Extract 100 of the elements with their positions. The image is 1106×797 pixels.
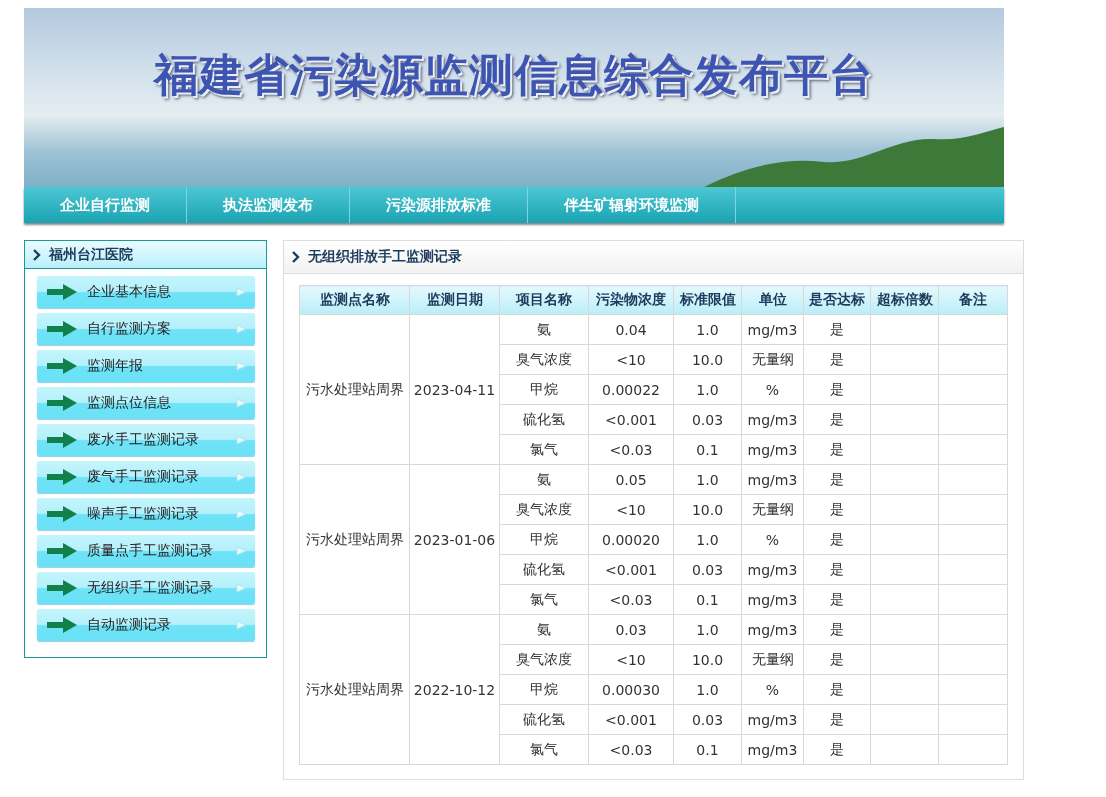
table-cell: 是 <box>803 404 871 435</box>
table-cell: 0.1 <box>673 584 742 615</box>
sidebar-menu-item[interactable]: 无组织手工监测记录 <box>37 572 255 604</box>
table-cell: 是 <box>803 524 871 555</box>
table-cell: 10.0 <box>673 644 742 675</box>
table-cell: 氨 <box>499 614 589 645</box>
triangle-right-icon <box>236 361 247 371</box>
sidebar-menu-item[interactable]: 噪声手工监测记录 <box>37 498 255 530</box>
table-cell: mg/m3 <box>741 614 804 645</box>
table-cell: 硫化氢 <box>499 404 589 435</box>
table-cell: 污水处理站周界 <box>299 314 410 465</box>
triangle-right-icon <box>236 583 247 593</box>
table-cell: % <box>741 524 804 555</box>
table-cell: 0.00030 <box>588 674 674 705</box>
site-title: 福建省污染源监测信息综合发布平台 <box>154 48 874 102</box>
table-cell: mg/m3 <box>741 554 804 585</box>
table-cell: 甲烷 <box>499 674 589 705</box>
table-cell: 0.03 <box>588 614 674 645</box>
table-cell: 是 <box>803 314 871 345</box>
triangle-right-icon <box>236 398 247 408</box>
table-cell: 是 <box>803 674 871 705</box>
triangle-right-icon <box>236 324 247 334</box>
table-cell: <0.001 <box>588 404 674 435</box>
triangle-right-icon <box>236 620 247 630</box>
sidebar-menu-item[interactable]: 监测点位信息 <box>37 387 255 419</box>
table-cell: 臭气浓度 <box>499 344 589 375</box>
column-header: 单位 <box>741 285 804 315</box>
sidebar-menu-item[interactable]: 废气手工监测记录 <box>37 461 255 493</box>
column-header: 监测日期 <box>409 285 500 315</box>
table-cell: 污水处理站周界 <box>299 614 410 765</box>
table-cell: 2022-10-12 <box>409 614 500 765</box>
table-cell: <0.03 <box>588 434 674 465</box>
table-cell: 2023-04-11 <box>409 314 500 465</box>
table-cell: <0.03 <box>588 584 674 615</box>
table-cell: 是 <box>803 584 871 615</box>
table-cell: mg/m3 <box>741 404 804 435</box>
column-header: 超标倍数 <box>870 285 939 315</box>
table-cell: 0.00020 <box>588 524 674 555</box>
table-cell: 10.0 <box>673 344 742 375</box>
arrow-right-icon <box>47 580 77 596</box>
table-cell: mg/m3 <box>741 704 804 735</box>
column-header: 监测点名称 <box>299 285 410 315</box>
sidebar-menu-item[interactable]: 自行监测方案 <box>37 313 255 345</box>
table-cell: 硫化氢 <box>499 704 589 735</box>
table-cell: 甲烷 <box>499 524 589 555</box>
table-cell: mg/m3 <box>741 584 804 615</box>
table-cell: 氨 <box>499 464 589 495</box>
sidebar-menu-item[interactable]: 自动监测记录 <box>37 609 255 641</box>
table-cell: 1.0 <box>673 524 742 555</box>
arrow-right-icon <box>47 543 77 559</box>
table-cell: mg/m3 <box>741 464 804 495</box>
arrow-right-icon <box>47 321 77 337</box>
sidebar-menu-item[interactable]: 废水手工监测记录 <box>37 424 255 456</box>
table-cell: 2023-01-06 <box>409 464 500 615</box>
triangle-right-icon <box>236 472 247 482</box>
table-cell: 无量纲 <box>741 644 804 675</box>
table-cell: 臭气浓度 <box>499 494 589 525</box>
table-cell: 是 <box>803 554 871 585</box>
table-cell: 是 <box>803 614 871 645</box>
table-cell: mg/m3 <box>741 734 804 765</box>
table-cell: 污水处理站周界 <box>299 464 410 615</box>
table-cell: 是 <box>803 704 871 735</box>
table-cell: 1.0 <box>673 674 742 705</box>
table-cell: 1.0 <box>673 614 742 645</box>
table-cell: 是 <box>803 494 871 525</box>
panel-title: 无组织排放手工监测记录 <box>308 248 462 266</box>
arrow-right-icon <box>47 395 77 411</box>
chevron-right-icon <box>33 248 41 261</box>
table-cell: 是 <box>803 374 871 405</box>
table-cell: 是 <box>803 434 871 465</box>
table-cell: 氯气 <box>499 434 589 465</box>
arrow-right-icon <box>47 284 77 300</box>
table-cell: 氯气 <box>499 584 589 615</box>
table-cell: <10 <box>588 494 674 525</box>
triangle-right-icon <box>236 509 247 519</box>
arrow-right-icon <box>47 358 77 374</box>
triangle-right-icon <box>236 546 247 556</box>
table-cell: 0.05 <box>588 464 674 495</box>
company-name: 福州台江医院 <box>49 245 133 264</box>
chevron-right-icon <box>292 251 300 263</box>
triangle-right-icon <box>236 287 247 297</box>
table-cell: 氯气 <box>499 734 589 765</box>
arrow-right-icon <box>47 469 77 485</box>
table-cell: 0.03 <box>673 554 742 585</box>
table-cell: 是 <box>803 464 871 495</box>
column-header: 备注 <box>938 285 1008 315</box>
table-cell: 0.03 <box>673 704 742 735</box>
table-cell: 甲烷 <box>499 374 589 405</box>
table-cell: 是 <box>803 344 871 375</box>
table-cell: 1.0 <box>673 314 742 345</box>
table-cell: 无量纲 <box>741 494 804 525</box>
sidebar-menu-item[interactable]: 质量点手工监测记录 <box>37 535 255 567</box>
table-cell: 是 <box>803 644 871 675</box>
table-cell: % <box>741 374 804 405</box>
arrow-right-icon <box>47 506 77 522</box>
column-header: 污染物浓度 <box>588 285 674 315</box>
sidebar-menu-item[interactable]: 企业基本信息 <box>37 276 255 308</box>
table-cell: 0.03 <box>673 404 742 435</box>
sidebar-menu-item[interactable]: 监测年报 <box>37 350 255 382</box>
table-cell: mg/m3 <box>741 314 804 345</box>
